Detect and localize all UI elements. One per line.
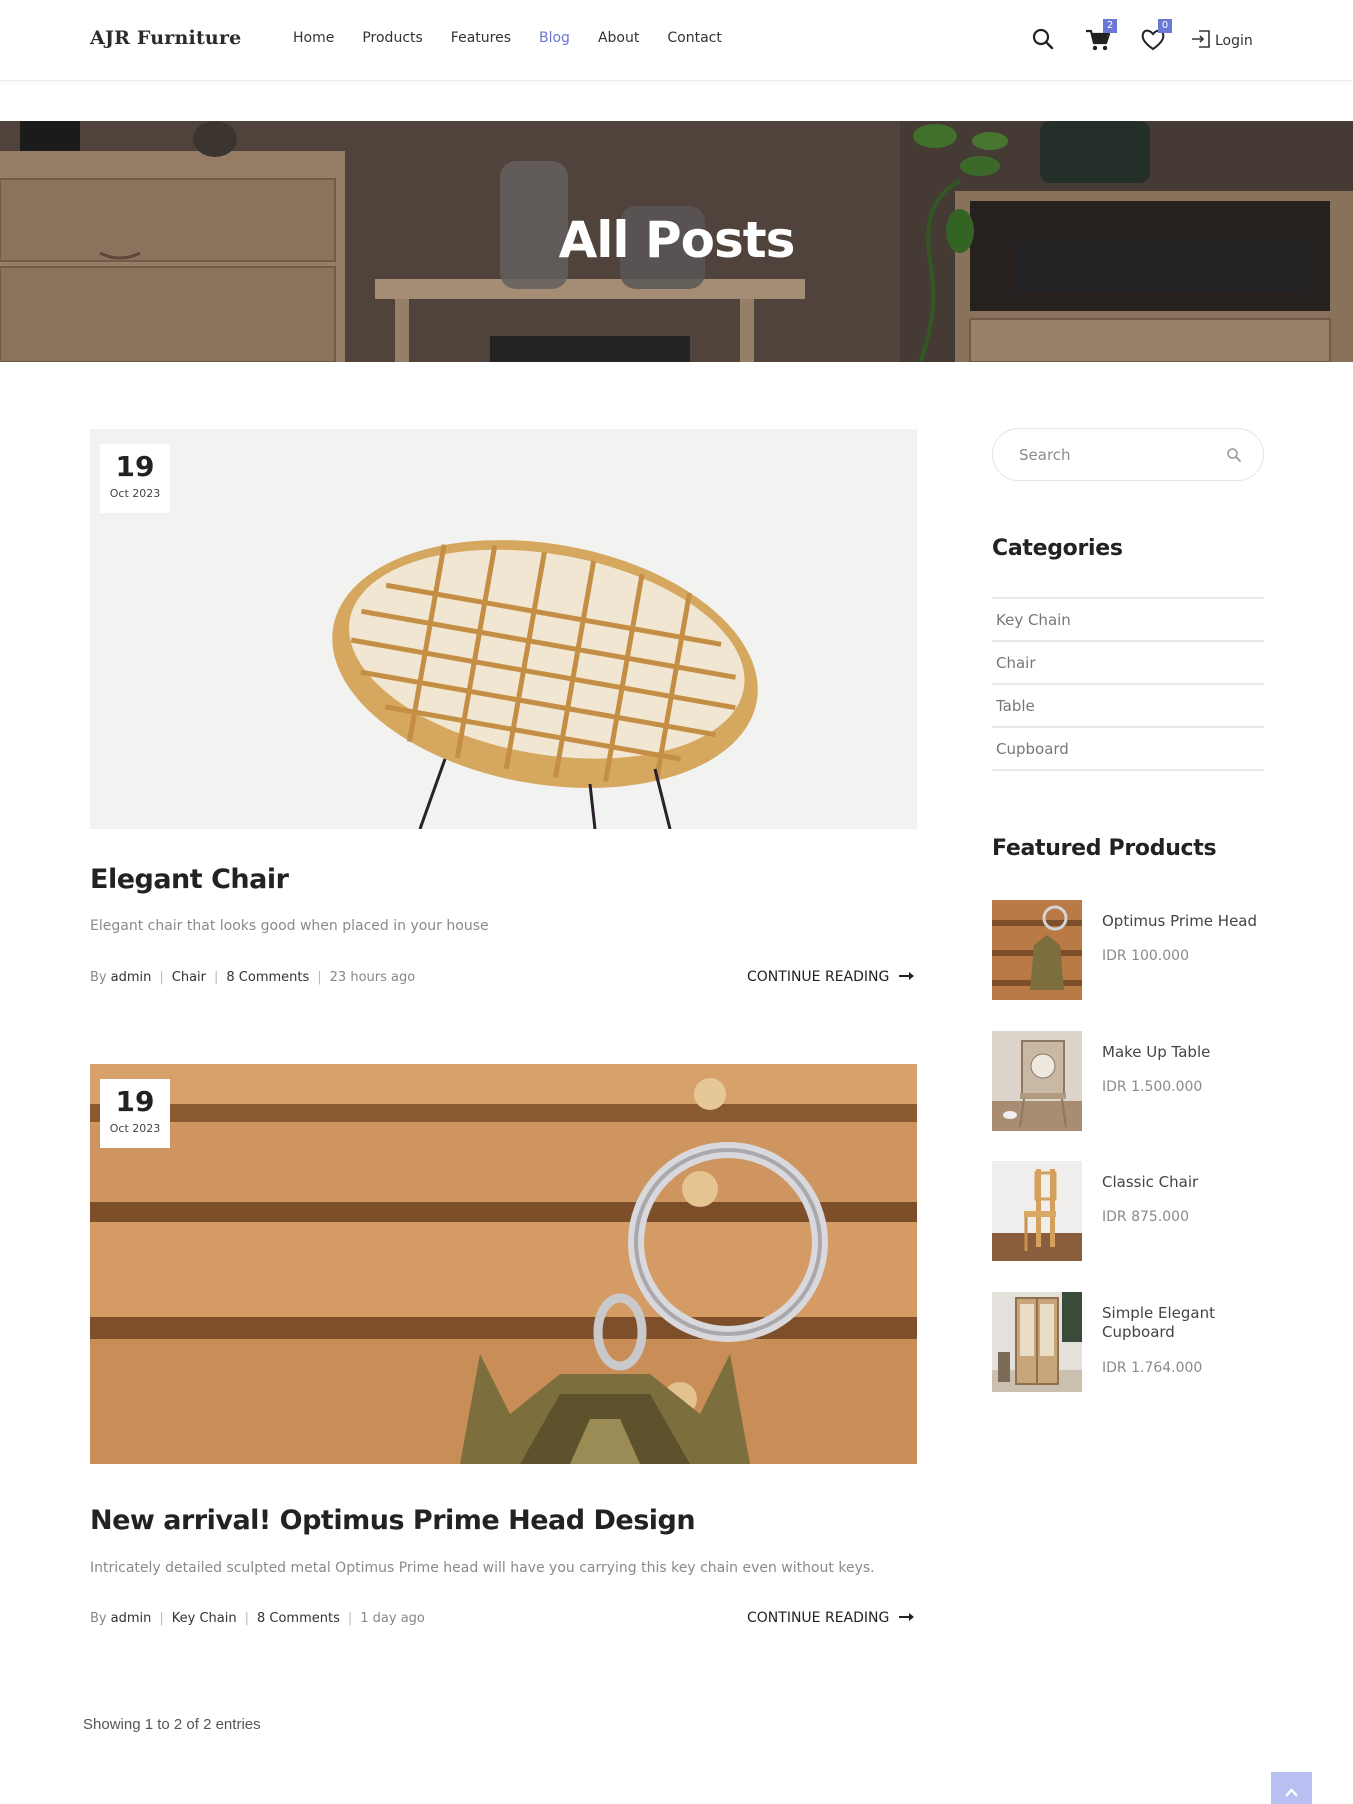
post-date-day: 19 bbox=[115, 450, 155, 483]
featured-product-item[interactable]: Make Up Table IDR 1.500.000 bbox=[992, 1031, 1264, 1131]
site-header: AJR Furniture Home Products Features Blo… bbox=[0, 0, 1353, 81]
categories-list: Key Chain Chair Table Cupboard bbox=[992, 597, 1264, 771]
post-category-link[interactable]: Chair bbox=[172, 970, 206, 985]
search-icon[interactable] bbox=[1028, 22, 1058, 56]
login-link[interactable]: Login bbox=[1190, 28, 1253, 54]
product-thumbnail[interactable] bbox=[992, 1031, 1082, 1131]
arrow-right-icon bbox=[899, 1610, 915, 1626]
product-thumbnail[interactable] bbox=[992, 1161, 1082, 1261]
product-name[interactable]: Optimus Prime Head bbox=[1102, 912, 1267, 931]
product-thumbnail[interactable] bbox=[992, 1292, 1082, 1392]
post-image[interactable]: 19 Oct 2023 bbox=[90, 429, 917, 829]
post-by-label: By bbox=[90, 970, 107, 985]
chevron-up-icon bbox=[1271, 1788, 1312, 1804]
keychain-image bbox=[90, 1064, 917, 1464]
product-price: IDR 1.500.000 bbox=[1102, 1079, 1203, 1095]
heart-icon[interactable]: 0 bbox=[1138, 19, 1172, 56]
featured-products-heading: Featured Products bbox=[992, 836, 1217, 861]
wishlist-count-badge: 0 bbox=[1158, 19, 1172, 33]
featured-product-item[interactable]: Optimus Prime Head IDR 100.000 bbox=[992, 900, 1264, 1000]
post-excerpt: Elegant chair that looks good when place… bbox=[90, 918, 489, 934]
arrow-right-icon bbox=[899, 969, 915, 985]
category-item-table[interactable]: Table bbox=[992, 685, 1264, 728]
nav-home[interactable]: Home bbox=[293, 30, 334, 46]
product-price: IDR 1.764.000 bbox=[1102, 1360, 1203, 1376]
post-title[interactable]: Elegant Chair bbox=[90, 864, 289, 895]
product-name[interactable]: Simple Elegant Cupboard bbox=[1102, 1304, 1267, 1342]
continue-reading-button[interactable]: CONTINUE READING bbox=[747, 969, 915, 985]
hero-banner: All Posts bbox=[0, 121, 1353, 362]
continue-reading-button[interactable]: CONTINUE READING bbox=[747, 1610, 915, 1626]
brand-logo[interactable]: AJR Furniture bbox=[90, 27, 241, 49]
nav-contact[interactable]: Contact bbox=[667, 30, 721, 46]
continue-reading-label: CONTINUE READING bbox=[747, 969, 890, 985]
post-date-badge: 19 Oct 2023 bbox=[100, 444, 170, 513]
post-date-day: 19 bbox=[115, 1085, 155, 1118]
post-date-month: Oct 2023 bbox=[109, 1122, 161, 1135]
post-excerpt: Intricately detailed sculpted metal Opti… bbox=[90, 1560, 875, 1576]
meta-separator: | bbox=[347, 1611, 353, 1626]
featured-product-item[interactable]: Simple Elegant Cupboard IDR 1.764.000 bbox=[992, 1292, 1264, 1392]
post-date-badge: 19 Oct 2023 bbox=[100, 1079, 170, 1148]
post-by-label: By bbox=[90, 1611, 107, 1626]
login-label: Login bbox=[1215, 33, 1253, 49]
post-image[interactable]: 19 Oct 2023 bbox=[90, 1064, 917, 1464]
cart-count-badge: 2 bbox=[1103, 19, 1117, 33]
post-time: 23 hours ago bbox=[329, 970, 416, 985]
back-to-top-button[interactable] bbox=[1271, 1772, 1312, 1804]
meta-separator: | bbox=[244, 1611, 249, 1626]
nav-blog[interactable]: Blog bbox=[539, 30, 570, 46]
post-category-link[interactable]: Key Chain bbox=[172, 1611, 237, 1626]
post-meta: By admin | Chair | 8 Comments | 23 hours… bbox=[90, 970, 415, 985]
page-title: All Posts bbox=[558, 211, 796, 269]
meta-separator: | bbox=[317, 970, 322, 985]
category-item-cupboard[interactable]: Cupboard bbox=[992, 728, 1264, 771]
meta-separator: | bbox=[214, 970, 219, 985]
search-icon[interactable] bbox=[1225, 446, 1243, 464]
post-time: 1 day ago bbox=[360, 1611, 425, 1626]
search-input[interactable] bbox=[1019, 443, 1209, 467]
post-comments-link[interactable]: 8 Comments bbox=[226, 970, 309, 985]
post-date-month: Oct 2023 bbox=[109, 487, 161, 500]
post-title[interactable]: New arrival! Optimus Prime Head Design bbox=[90, 1505, 696, 1536]
rattan-chair-image bbox=[90, 429, 917, 829]
featured-product-item[interactable]: Classic Chair IDR 875.000 bbox=[992, 1161, 1264, 1261]
pagination-info: Showing 1 to 2 of 2 entries bbox=[83, 1716, 261, 1733]
main-nav: Home Products Features Blog About Contac… bbox=[293, 30, 750, 46]
meta-separator: | bbox=[159, 1611, 164, 1626]
login-icon bbox=[1190, 28, 1212, 54]
product-name[interactable]: Make Up Table bbox=[1102, 1043, 1267, 1062]
cart-icon[interactable]: 2 bbox=[1083, 19, 1117, 56]
categories-heading: Categories bbox=[992, 536, 1123, 561]
product-price: IDR 100.000 bbox=[1102, 948, 1189, 964]
category-item-chair[interactable]: Chair bbox=[992, 642, 1264, 685]
category-item-key-chain[interactable]: Key Chain bbox=[992, 599, 1264, 642]
post-author-link[interactable]: admin bbox=[111, 970, 152, 985]
post-author-link[interactable]: admin bbox=[111, 1611, 152, 1626]
continue-reading-label: CONTINUE READING bbox=[747, 1610, 890, 1626]
post-meta: By admin | Key Chain | 8 Comments | 1 da… bbox=[90, 1611, 425, 1626]
nav-about[interactable]: About bbox=[598, 30, 639, 46]
post-comments-link[interactable]: 8 Comments bbox=[257, 1611, 340, 1626]
product-thumbnail[interactable] bbox=[992, 900, 1082, 1000]
nav-features[interactable]: Features bbox=[451, 30, 511, 46]
sidebar-search bbox=[992, 428, 1264, 481]
nav-products[interactable]: Products bbox=[362, 30, 422, 46]
product-name[interactable]: Classic Chair bbox=[1102, 1173, 1267, 1192]
product-price: IDR 875.000 bbox=[1102, 1209, 1189, 1225]
meta-separator: | bbox=[159, 970, 164, 985]
